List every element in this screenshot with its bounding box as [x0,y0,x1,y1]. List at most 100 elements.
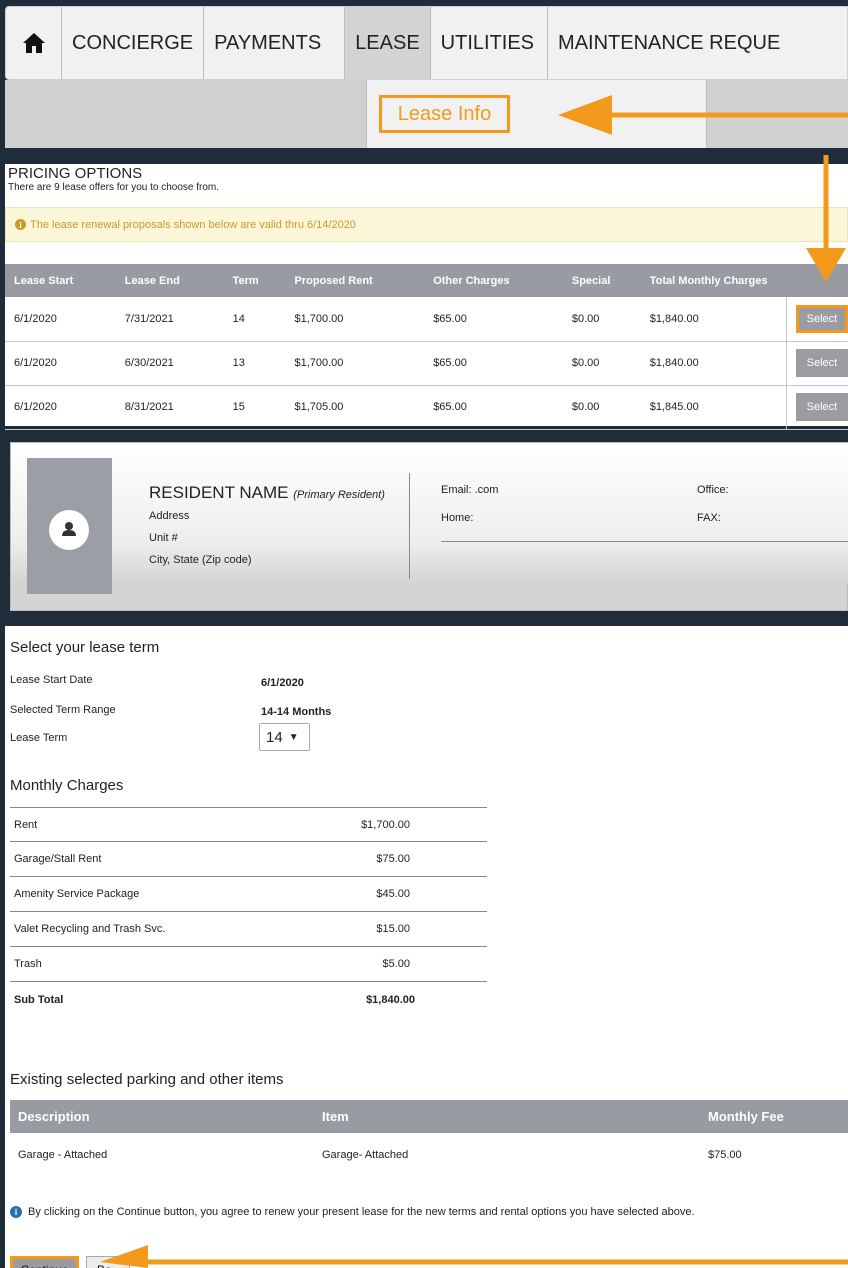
cell: 6/1/2020 [5,341,116,386]
cell: Garage- Attached [322,1149,409,1161]
parking-table-header: Description Item Monthly Fee [10,1100,848,1133]
cell: $1,840.00 [640,297,787,342]
subtotal-row: Sub Total $1,840.00 [10,982,487,1017]
select-button[interactable]: Select [795,393,848,421]
col-total-monthly: Total Monthly Charges [640,264,787,297]
contact-email: Email: .com [441,484,499,496]
nav-maintenance-requests[interactable]: MAINTENANCE REQUE [548,7,790,79]
cell: 15 [223,385,286,430]
resident-address: Address [149,510,190,522]
cell: $1,700.00 [285,341,425,386]
cell: $1,840.00 [640,341,787,386]
divider [441,541,848,542]
col-description: Description [10,1100,314,1133]
validity-notice: i The lease renewal proposals shown belo… [5,207,848,242]
cell-action: Select [785,341,848,386]
charge-name: Trash [14,958,42,970]
avatar [49,510,89,550]
lease-info-tab[interactable]: Lease Info [379,95,510,133]
table-row: 6/1/2020 8/31/2021 15 $1,705.00 $65.00 $… [5,385,848,430]
lease-form: Select your lease term Lease Start Date … [5,626,848,1268]
home-icon [22,33,45,53]
resident-unit: Unit # [149,532,178,544]
table-row: 6/1/2020 6/30/2021 13 $1,700.00 $65.00 $… [5,341,848,386]
col-term: Term [223,264,286,297]
info-icon: i [15,219,26,230]
pricing-title: PRICING OPTIONS [8,165,143,182]
cell: $1,705.00 [285,385,425,430]
cell: 6/1/2020 [5,385,116,430]
user-icon [62,522,76,536]
charge-amount: $5.00 [382,958,410,970]
nav-payments[interactable]: PAYMENTS [204,7,346,79]
cell: $0.00 [562,297,641,342]
contact-fax: FAX: [697,512,721,524]
charge-row: Valet Recycling and Trash Svc. $15.00 [10,912,487,947]
charge-row: Rent $1,700.00 [10,807,487,842]
term-range-label: Selected Term Range [10,704,116,716]
subtotal-value: $1,840.00 [366,993,415,1006]
nav-utilities[interactable]: UTILITIES [431,7,549,79]
resident-name-text: RESIDENT NAME [149,483,289,502]
charge-name: Valet Recycling and Trash Svc. [14,923,166,935]
table-row: Garage - Attached Garage- Attached $75.0… [10,1133,848,1177]
resident-role: (Primary Resident) [293,489,385,501]
lease-term-select[interactable]: 14 ▼ [259,723,310,751]
monthly-charges-table: Rent $1,700.00 Garage/Stall Rent $75.00 Am… [10,807,487,1017]
resident-name: RESIDENT NAME (Primary Resident) [149,483,385,503]
col-monthly-fee: Monthly Fee [700,1100,848,1133]
cell-action: Select [785,385,848,430]
charge-amount: $15.00 [376,923,410,935]
cell: $75.00 [708,1149,742,1161]
charge-amount: $45.00 [376,888,410,900]
top-nav: CONCIERGE PAYMENTS LEASE UTILITIES MAINT… [5,6,848,80]
resident-city: City, State (Zip code) [149,554,252,566]
lease-start-label: Lease Start Date [10,674,93,686]
cell: 13 [223,341,286,386]
nav-lease[interactable]: LEASE [345,7,431,79]
nav-concierge[interactable]: CONCIERGE [62,7,205,79]
col-proposed-rent: Proposed Rent [285,264,425,297]
cell: $65.00 [424,341,563,386]
contact-office: Office: [697,484,729,496]
cell: Garage - Attached [18,1149,108,1161]
charge-row: Trash $5.00 [10,947,487,982]
cell: 6/1/2020 [5,297,116,342]
contact-home: Home: [441,512,474,524]
lease-term-select-value: 14 [266,728,283,746]
monthly-charges-heading: Monthly Charges [10,777,124,794]
col-lease-start: Lease Start [5,264,116,297]
caret-down-icon: ▼ [288,731,299,743]
validity-notice-text: The lease renewal proposals shown below … [30,218,356,231]
cell: 6/30/2021 [115,341,224,386]
agreement-text: By clicking on the Continue button, you … [28,1206,695,1218]
select-button[interactable]: Select [795,304,848,333]
cell: $0.00 [562,341,641,386]
subtotal-label: Sub Total [14,993,64,1006]
col-other-charges: Other Charges [424,264,563,297]
back-button[interactable]: Ba [86,1256,130,1268]
cell: $1,700.00 [285,297,425,342]
table-row: 6/1/2020 7/31/2021 14 $1,700.00 $65.00 $… [5,297,848,342]
charge-amount: $1,700.00 [361,818,410,831]
cell-action: Select [785,297,848,342]
term-range-value: 14-14 Months [261,706,332,718]
col-special: Special [562,264,641,297]
cell: $65.00 [424,297,563,342]
cell: 8/31/2021 [115,385,224,430]
lease-term-heading: Select your lease term [10,639,160,656]
continue-button[interactable]: Continue [10,1256,79,1268]
charge-row: Garage/Stall Rent $75.00 [10,842,487,877]
pricing-subtitle: There are 9 lease offers for you to choo… [8,182,220,193]
resident-card-body [11,443,848,583]
sub-nav: Lease Info [5,80,848,148]
pricing-options-panel: PRICING OPTIONS There are 9 lease offers… [5,164,848,430]
divider [409,473,410,579]
lease-term-label: Lease Term [10,732,68,744]
nav-home[interactable] [6,7,62,79]
col-lease-end: Lease End [115,264,224,297]
charge-amount: $75.00 [376,853,410,865]
col-action [786,264,848,297]
select-button[interactable]: Select [795,349,848,377]
charge-name: Amenity Service Package [14,888,140,900]
